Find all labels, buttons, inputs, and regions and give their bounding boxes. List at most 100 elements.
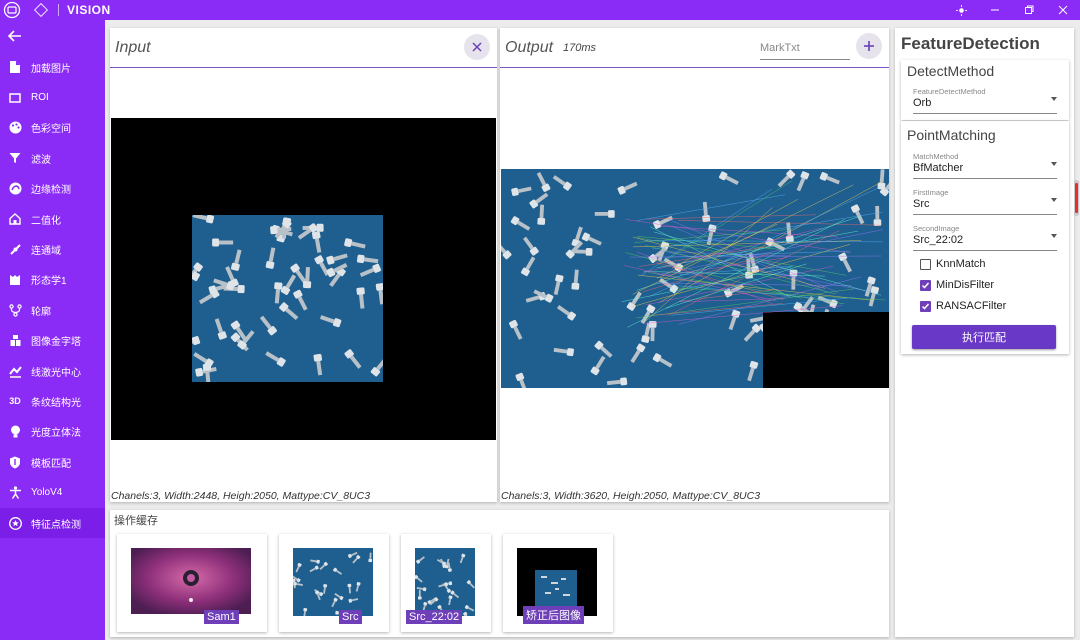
scrollbar[interactable]	[1074, 180, 1079, 216]
sidebar-item-10[interactable]: 线激光中心	[0, 356, 105, 386]
edge-icon	[8, 182, 22, 196]
detect-method-title: DetectMethod	[907, 63, 995, 79]
sidebar-item-label: 光度立体法	[31, 428, 81, 440]
sidebar-item-9[interactable]: 图像金字塔	[0, 326, 105, 356]
contour-icon	[8, 303, 22, 317]
close-icon	[472, 42, 482, 52]
sidebar-item-1[interactable]: ROI	[0, 82, 105, 112]
close-icon[interactable]	[1046, 0, 1080, 20]
sidebar-item-3[interactable]: 滤波	[0, 143, 105, 173]
sidebar-item-label: 特征点检测	[31, 519, 81, 531]
sidebar-item-label: 轮廓	[31, 306, 51, 318]
sidebar-item-12[interactable]: 光度立体法	[0, 417, 105, 447]
person-icon	[8, 486, 22, 500]
file-icon	[8, 60, 22, 74]
sidebar-item-label: 滤波	[31, 154, 51, 166]
restore-icon[interactable]	[1012, 0, 1046, 20]
laser-icon	[8, 364, 22, 378]
sidebar-item-2[interactable]: 色彩空间	[0, 113, 105, 143]
chevron-down-icon	[1051, 97, 1057, 101]
match-method-select[interactable]: MatchMethod BfMatcher	[913, 149, 1057, 179]
diamond-icon	[33, 2, 49, 18]
app-logo	[2, 0, 22, 20]
chevron-down-icon	[1051, 162, 1057, 166]
connect-icon	[8, 243, 22, 257]
sidebar-item-label: 线激光中心	[31, 367, 81, 379]
sidebar-item-label: 二值化	[31, 215, 61, 227]
bulb-icon	[8, 425, 22, 439]
3d-icon: 3D	[9, 396, 21, 407]
detect-method-card: DetectMethod FeatureDetectMethod Orb	[901, 60, 1069, 120]
sidebar-item-label: ROI	[31, 92, 49, 104]
sidebar-item-label: 形态学1	[31, 276, 67, 288]
knn-match-checkbox[interactable]: KnnMatch	[920, 256, 986, 272]
first-image-select[interactable]: FirstImage Src	[913, 185, 1057, 215]
filter-icon	[8, 151, 22, 165]
sidebar-item-14[interactable]: YoloV4	[0, 477, 105, 507]
sidebar-item-15[interactable]: 特征点检测	[0, 507, 105, 539]
cache-label: Src	[339, 610, 362, 624]
pyramid-icon	[8, 334, 22, 348]
feature-detect-method-select[interactable]: FeatureDetectMethod Orb	[913, 84, 1057, 114]
sidebar-item-label: 条纹结构光	[31, 397, 81, 409]
chevron-down-icon	[1051, 234, 1057, 238]
min-dis-filter-checkbox[interactable]: MinDisFilter	[920, 277, 994, 293]
sidebar-item-label: 图像金字塔	[31, 337, 81, 349]
title-bar: VISION	[0, 0, 1080, 20]
sidebar-item-label: YoloV4	[31, 487, 63, 499]
clear-input-button[interactable]	[464, 34, 490, 60]
sidebar-item-label: 连通域	[31, 246, 61, 258]
cache-panel: 操作缓存 Sam1 Src Src_22:02 矫正后图像	[110, 510, 889, 637]
cache-label: Src_22:02	[406, 610, 463, 624]
sidebar-item-label: 边缘检测	[31, 185, 71, 197]
feature-title: FeatureDetection	[901, 34, 1040, 53]
add-button[interactable]	[856, 33, 882, 59]
sidebar: 加载图片 ROI 色彩空间滤波边缘检测二值化连通域形态学1 轮廓图像金字塔线激光中心 3…	[0, 20, 105, 640]
sidebar-item-6[interactable]: 连通域	[0, 234, 105, 264]
cache-label: Sam1	[204, 610, 239, 624]
minimize-icon[interactable]	[978, 0, 1012, 20]
back-button[interactable]	[0, 20, 105, 52]
chevron-down-icon	[1051, 198, 1057, 202]
sidebar-item-13[interactable]: 模板匹配	[0, 447, 105, 477]
output-panel: Output 170ms MarkTxt Chanels:3, Width:36…	[500, 28, 889, 502]
cache-title: 操作缓存	[114, 515, 158, 527]
star-icon	[8, 516, 22, 530]
checkbox-icon	[920, 258, 931, 270]
arrow-left-icon	[8, 30, 21, 42]
morph-icon	[8, 273, 22, 287]
checkbox-checked-icon	[920, 300, 931, 312]
sidebar-item-0[interactable]: 加载图片	[0, 52, 105, 82]
output-info: Chanels:3, Width:3620, Heigh:2050, Matty…	[501, 490, 761, 502]
cache-label: 矫正后图像	[523, 606, 584, 624]
cache-item-corrected[interactable]: 矫正后图像	[503, 534, 613, 632]
sidebar-item-7[interactable]: 形态学1	[0, 265, 105, 295]
app-title: VISION	[67, 3, 111, 17]
sidebar-item-label: 加载图片	[31, 63, 71, 75]
rectangle-icon	[8, 91, 22, 105]
shield-icon	[8, 455, 22, 469]
palette-icon	[8, 121, 22, 135]
theme-icon[interactable]	[944, 0, 978, 20]
home-icon	[8, 212, 22, 226]
sidebar-item-11[interactable]: 3D 条纹结构光	[0, 386, 105, 416]
input-info: Chanels:3, Width:2448, Heigh:2050, Matty…	[111, 490, 371, 502]
point-matching-card: PointMatching MatchMethod BfMatcher Firs…	[901, 121, 1069, 354]
cache-item-src-2202[interactable]: Src_22:02	[401, 534, 491, 632]
mark-text-input[interactable]: MarkTxt	[760, 42, 850, 60]
input-title: Input	[115, 38, 151, 56]
run-match-button[interactable]: 执行匹配	[912, 325, 1056, 349]
sidebar-item-8[interactable]: 轮廓	[0, 295, 105, 325]
checkbox-checked-icon	[920, 279, 931, 291]
sidebar-item-label: 色彩空间	[31, 124, 71, 136]
point-matching-title: PointMatching	[907, 127, 996, 143]
output-title: Output	[505, 38, 554, 56]
output-image	[501, 169, 889, 388]
cache-item-src[interactable]: Src	[279, 534, 389, 632]
input-panel: Input Chanels:3, Width:2448, Heigh:2050,…	[110, 28, 497, 502]
sidebar-item-4[interactable]: 边缘检测	[0, 174, 105, 204]
ransac-filter-checkbox[interactable]: RANSACFilter	[920, 298, 1006, 314]
cache-item-sam1[interactable]: Sam1	[117, 534, 267, 632]
second-image-select[interactable]: SecondImage Src_22:02	[913, 221, 1057, 251]
sidebar-item-5[interactable]: 二值化	[0, 204, 105, 234]
